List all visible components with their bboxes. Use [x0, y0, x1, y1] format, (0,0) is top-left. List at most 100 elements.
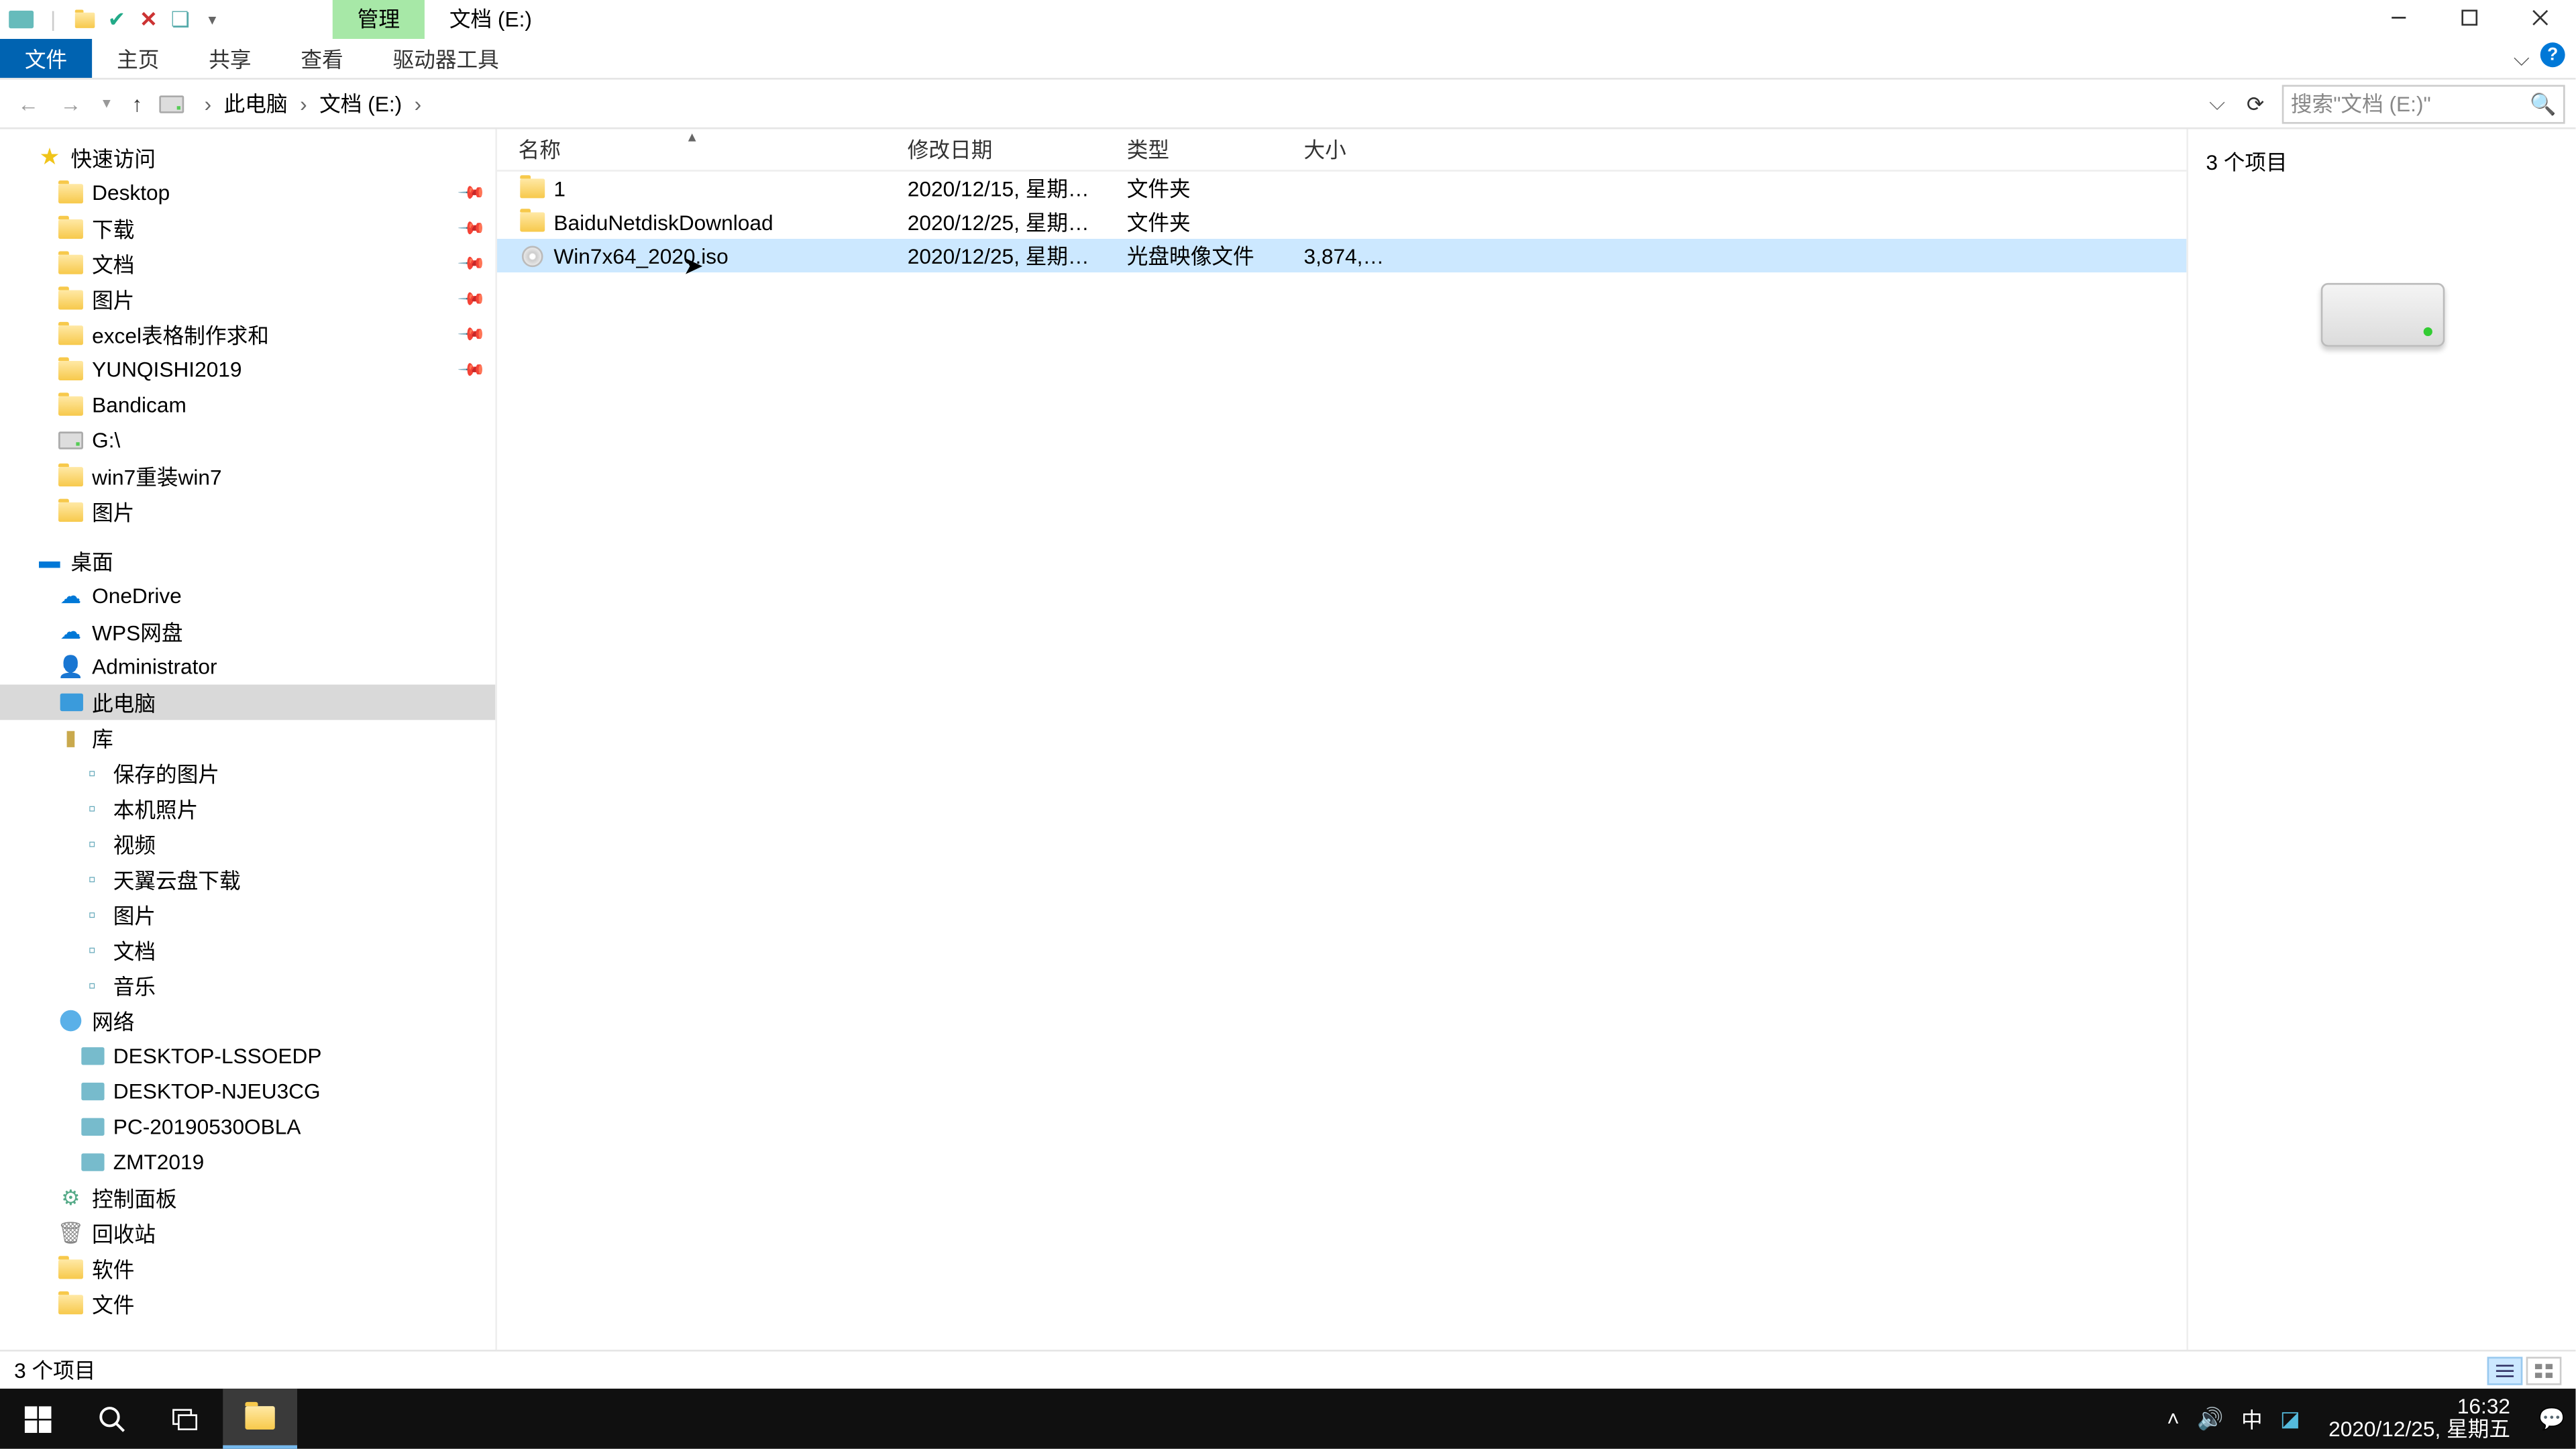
nav-network-item[interactable]: PC-20190530OBLA — [0, 1109, 495, 1144]
file-date: 2020/12/25, 星期五 1... — [886, 241, 1106, 271]
ime-indicator[interactable]: 中 — [2241, 1403, 2263, 1434]
nav-lib-item[interactable]: ▫图片 — [0, 897, 495, 932]
qat-check-icon[interactable]: ✔ — [103, 5, 131, 34]
maximize-button[interactable] — [2434, 0, 2505, 36]
nav-lib-item[interactable]: ▫音乐 — [0, 967, 495, 1003]
search-input[interactable]: 搜索"文档 (E:)" 🔍 — [2282, 84, 2565, 123]
nav-network-item[interactable]: DESKTOP-NJEU3CG — [0, 1074, 495, 1110]
search-icon[interactable]: 🔍 — [2530, 91, 2556, 116]
nav-qa-item[interactable]: 文档📌 — [0, 246, 495, 282]
col-date[interactable]: 修改日期 — [886, 129, 1106, 170]
ribbon-tab-home[interactable]: 主页 — [92, 39, 184, 78]
nav-qa-item[interactable]: 图片📌 — [0, 281, 495, 317]
pin-icon: 📌 — [455, 213, 485, 243]
nav-lib-item[interactable]: ▫本机照片 — [0, 791, 495, 826]
breadcrumb[interactable]: › 此电脑 › 文档 (E:) › — [156, 89, 2198, 119]
nav-desktop[interactable]: ▬ 桌面 — [0, 543, 495, 579]
search-button[interactable] — [74, 1389, 149, 1449]
chevron-right-icon[interactable]: › — [409, 91, 427, 116]
nav-recycle-bin[interactable]: 🗑 回收站 — [0, 1216, 495, 1251]
taskbar-clock[interactable]: 16:32 2020/12/25, 星期五 — [2318, 1396, 2521, 1442]
nav-qa-item[interactable]: Bandicam — [0, 388, 495, 423]
minimize-button[interactable] — [2363, 0, 2434, 36]
nav-this-pc[interactable]: 此电脑 — [0, 685, 495, 720]
nav-quick-access[interactable]: ★ 快速访问 — [0, 140, 495, 175]
nav-qa-item[interactable]: win7重装win7 — [0, 458, 495, 494]
tray-app-icon[interactable]: ◪ — [2280, 1406, 2300, 1431]
folder-icon — [519, 174, 547, 203]
nav-qa-item[interactable]: Desktop📌 — [0, 175, 495, 211]
nav-qa-item[interactable]: 图片 — [0, 494, 495, 529]
pc-icon — [78, 1113, 106, 1141]
chevron-right-icon[interactable]: › — [294, 91, 312, 116]
volume-icon[interactable]: 🔊 — [2197, 1406, 2223, 1431]
nav-qa-item[interactable]: YUNQISHI2019📌 — [0, 352, 495, 388]
file-list-pane: ▴ 名称 修改日期 类型 大小 12020/12/15, 星期二 1...文件夹… — [495, 129, 2186, 1350]
nav-qa-item[interactable]: G:\ — [0, 423, 495, 458]
taskbar-file-explorer[interactable] — [223, 1389, 297, 1449]
pin-icon: 📌 — [455, 320, 485, 350]
cloud-icon: ☁ — [56, 582, 85, 610]
library-icon: ▮ — [56, 724, 85, 752]
pc-icon — [56, 688, 85, 716]
pc-icon — [78, 1077, 106, 1106]
chevron-right-icon[interactable]: › — [199, 91, 217, 116]
qat-app-icon[interactable] — [7, 5, 36, 34]
nav-up-button[interactable]: ↑ — [125, 91, 150, 116]
close-button[interactable] — [2505, 0, 2575, 36]
nav-recent-dropdown[interactable]: ▾ — [95, 94, 117, 113]
address-history-dropdown[interactable]: ⌵ — [2206, 90, 2229, 117]
folder-icon — [56, 356, 85, 384]
folder-icon — [56, 250, 85, 278]
tray-overflow-icon[interactable]: ˄ — [2167, 1406, 2180, 1431]
start-button[interactable] — [0, 1389, 74, 1449]
ribbon-tab-share[interactable]: 共享 — [184, 39, 276, 78]
nav-admin[interactable]: 👤 Administrator — [0, 649, 495, 685]
task-view-button[interactable] — [149, 1389, 223, 1449]
contextual-tab-manage[interactable]: 管理 — [333, 0, 425, 39]
qat-properties-icon[interactable] — [70, 5, 99, 34]
pin-icon: 📌 — [455, 249, 485, 278]
nav-onedrive[interactable]: ☁ OneDrive — [0, 578, 495, 614]
nav-lib-item[interactable]: ▫天翼云盘下载 — [0, 861, 495, 897]
nav-network-item[interactable]: ZMT2019 — [0, 1144, 495, 1180]
drive-icon — [56, 427, 85, 455]
navigation-pane[interactable]: ★ 快速访问 Desktop📌下载📌文档📌图片📌excel表格制作求和📌YUNQ… — [0, 129, 495, 1350]
nav-network-item[interactable]: DESKTOP-LSSOEDP — [0, 1038, 495, 1074]
nav-lib-item[interactable]: ▫文档 — [0, 932, 495, 968]
file-row[interactable]: 12020/12/15, 星期二 1...文件夹 — [497, 172, 2186, 205]
refresh-button[interactable]: ⟳ — [2236, 91, 2275, 116]
qat-delete-icon[interactable]: ✕ — [134, 5, 162, 34]
ribbon-tab-file[interactable]: 文件 — [0, 39, 92, 78]
nav-qa-item[interactable]: excel表格制作求和📌 — [0, 317, 495, 352]
ribbon-collapse-icon[interactable]: ⌵ — [2514, 46, 2530, 73]
folder-icon — [245, 1405, 274, 1429]
folder-icon — [56, 1289, 85, 1318]
nav-wps[interactable]: ☁ WPS网盘 — [0, 614, 495, 649]
nav-back-button[interactable]: ← — [11, 91, 46, 116]
qat-new-icon[interactable]: ❏ — [166, 5, 195, 34]
view-large-icons-button[interactable] — [2526, 1356, 2562, 1384]
help-icon[interactable]: ? — [2540, 42, 2565, 67]
file-row[interactable]: Win7x64_2020.iso2020/12/25, 星期五 1...光盘映像… — [497, 239, 2186, 272]
view-details-button[interactable] — [2487, 1356, 2523, 1384]
ribbon-tab-view[interactable]: 查看 — [276, 39, 368, 78]
nav-network[interactable]: 网络 — [0, 1003, 495, 1038]
crumb-drive[interactable]: 文档 (E:) — [319, 89, 402, 119]
file-date: 2020/12/25, 星期五 1... — [886, 207, 1106, 237]
qat-dropdown-icon[interactable]: ▾ — [198, 5, 226, 34]
col-type[interactable]: 类型 — [1106, 129, 1283, 170]
nav-lib-item[interactable]: ▫视频 — [0, 826, 495, 861]
nav-lib-item[interactable]: ▫保存的图片 — [0, 755, 495, 791]
nav-control-panel[interactable]: ⚙ 控制面板 — [0, 1180, 495, 1216]
nav-files[interactable]: 文件 — [0, 1286, 495, 1322]
ribbon-tab-drivetools[interactable]: 驱动器工具 — [368, 39, 524, 78]
col-size[interactable]: 大小 — [1283, 129, 1389, 170]
file-row[interactable]: BaiduNetdiskDownload2020/12/25, 星期五 1...… — [497, 205, 2186, 239]
nav-libraries[interactable]: ▮ 库 — [0, 720, 495, 755]
crumb-this-pc[interactable]: 此电脑 — [224, 89, 288, 119]
nav-software[interactable]: 软件 — [0, 1250, 495, 1286]
nav-qa-item[interactable]: 下载📌 — [0, 211, 495, 246]
action-center-icon[interactable]: 💬 — [2538, 1406, 2565, 1431]
file-date: 2020/12/15, 星期二 1... — [886, 173, 1106, 203]
